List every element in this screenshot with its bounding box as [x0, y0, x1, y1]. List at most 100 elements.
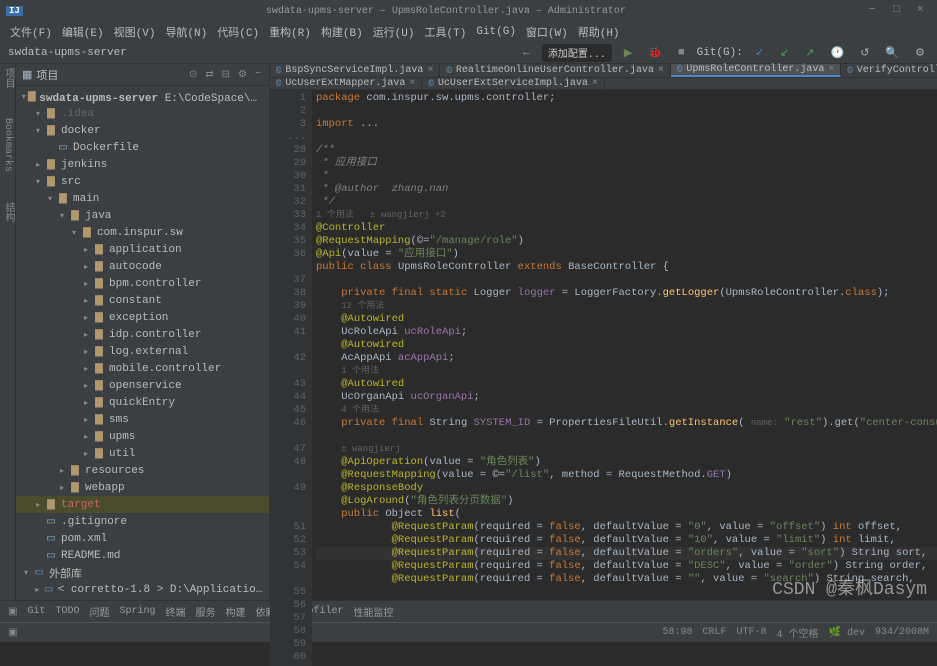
- tree-row[interactable]: ▾▇.idea: [16, 105, 269, 122]
- tree-arrow-icon[interactable]: ▾: [32, 126, 44, 136]
- tool-tab[interactable]: 项目: [0, 68, 15, 88]
- editor-tab[interactable]: ©RealtimeOnlineUserController.java×: [440, 64, 670, 77]
- tree-arrow-icon[interactable]: ▾: [44, 194, 56, 204]
- menu-item[interactable]: 文件(F): [6, 22, 56, 42]
- menu-item[interactable]: 工具(T): [421, 22, 471, 42]
- git-revert-icon[interactable]: ↺: [856, 45, 873, 61]
- back-button[interactable]: ←: [519, 46, 534, 60]
- tree-arrow-icon[interactable]: ▸: [80, 279, 92, 289]
- run-config-select[interactable]: 添加配置...: [542, 44, 612, 62]
- debug-icon[interactable]: 🐞: [644, 45, 666, 61]
- tree-row[interactable]: ▸▇autocode: [16, 258, 269, 275]
- tree-arrow-icon[interactable]: ▸: [80, 449, 92, 459]
- tree-arrow-icon[interactable]: ▸: [80, 364, 92, 374]
- git-push-icon[interactable]: ↗: [801, 45, 818, 61]
- tree-arrow-icon[interactable]: ▸: [80, 432, 92, 442]
- tool-window-button[interactable]: TODO: [55, 606, 79, 617]
- breadcrumb[interactable]: swdata-upms-server: [8, 47, 127, 59]
- tree-arrow-icon[interactable]: ▸: [80, 398, 92, 408]
- tree-arrow-icon[interactable]: ▾: [56, 211, 68, 221]
- tree-row[interactable]: ▸▇target: [16, 496, 269, 513]
- close-tab-icon[interactable]: ×: [427, 65, 433, 76]
- menu-item[interactable]: 构建(B): [317, 22, 367, 42]
- git-update-icon[interactable]: ✓: [751, 45, 768, 61]
- menu-item[interactable]: 重构(R): [265, 22, 315, 42]
- close-tab-icon[interactable]: ×: [592, 78, 598, 89]
- settings-icon[interactable]: ⚙: [236, 69, 249, 81]
- close-tab-icon[interactable]: ×: [658, 65, 664, 76]
- tree-row[interactable]: ▸▇log.external: [16, 343, 269, 360]
- tree-arrow-icon[interactable]: ▸: [32, 500, 44, 510]
- status-indicator-icon[interactable]: ▣: [8, 627, 17, 639]
- tree-arrow-icon[interactable]: ▸: [32, 160, 44, 170]
- tree-row[interactable]: ▸▭< corretto-1.8 > D:\Applications\JDK: [16, 581, 269, 598]
- close-tab-icon[interactable]: ×: [409, 78, 415, 89]
- tree-row[interactable]: ▸▇jenkins: [16, 156, 269, 173]
- tree-row[interactable]: ▸▇sms: [16, 411, 269, 428]
- code-editor[interactable]: 2 1 9 3 1 ⌄ 123...2829303132333435363738…: [270, 90, 937, 666]
- menu-item[interactable]: 窗口(W): [522, 22, 572, 42]
- editor-tab[interactable]: ©UcUserExtServiceImpl.java×: [422, 78, 604, 89]
- tool-window-button[interactable]: 终端: [166, 604, 186, 620]
- menu-item[interactable]: 代码(C): [213, 22, 263, 42]
- tree-row[interactable]: ▸▇quickEntry: [16, 394, 269, 411]
- tree-row[interactable]: ▸▇upms: [16, 428, 269, 445]
- tree-row[interactable]: ▸▇resources: [16, 462, 269, 479]
- tree-row[interactable]: ▾▇main: [16, 190, 269, 207]
- git-history-icon[interactable]: 🕐: [827, 45, 849, 61]
- tree-row[interactable]: ▭.gitignore: [16, 513, 269, 530]
- close-tab-icon[interactable]: ×: [828, 64, 834, 75]
- tree-arrow-icon[interactable]: ▸: [56, 466, 68, 476]
- run-icon[interactable]: ▶: [620, 45, 636, 61]
- tree-row[interactable]: ▭README.md: [16, 547, 269, 564]
- tree-arrow-icon[interactable]: ▸: [80, 347, 92, 357]
- tool-tab[interactable]: Bookmarks: [2, 118, 13, 172]
- tree-row[interactable]: ▸▇application: [16, 241, 269, 258]
- tree-arrow-icon[interactable]: ▸: [80, 381, 92, 391]
- menu-item[interactable]: 运行(U): [369, 22, 419, 42]
- menu-item[interactable]: Git(G): [472, 24, 520, 40]
- tree-row[interactable]: ▸▭Maven: aopalliance:aopalliance:1.0: [16, 598, 269, 600]
- tool-window-button[interactable]: 服务: [196, 604, 216, 620]
- tree-arrow-icon[interactable]: ▸: [80, 415, 92, 425]
- stop-icon[interactable]: ■: [674, 46, 689, 60]
- tree-row[interactable]: ▾▇src: [16, 173, 269, 190]
- editor-tab[interactable]: ©VerifyController.java×: [841, 64, 937, 77]
- tool-tab[interactable]: 结构: [0, 202, 15, 222]
- tree-row[interactable]: ▸▇mobile.controller: [16, 360, 269, 377]
- editor-tab[interactable]: ©BspSyncServiceImpl.java×: [270, 64, 440, 77]
- tree-arrow-icon[interactable]: ▸: [32, 585, 42, 595]
- tree-row[interactable]: ▸▇webapp: [16, 479, 269, 496]
- tree-row[interactable]: ▸▇bpm.controller: [16, 275, 269, 292]
- tree-arrow-icon[interactable]: ▸: [80, 313, 92, 323]
- code-content[interactable]: package com.inspur.sw.upms.controller; i…: [312, 90, 937, 666]
- editor-tab[interactable]: ©UcUserExtMapper.java×: [270, 78, 422, 89]
- line-gutter[interactable]: 123...2829303132333435363738394041424344…: [270, 90, 312, 666]
- search-icon[interactable]: 🔍: [881, 45, 903, 61]
- settings-icon[interactable]: ⚙: [911, 45, 929, 61]
- tree-row[interactable]: ▭Dockerfile: [16, 139, 269, 156]
- tree-arrow-icon[interactable]: ▸: [56, 483, 68, 493]
- menu-item[interactable]: 视图(V): [110, 22, 160, 42]
- tree-row[interactable]: ▾▇swdata-upms-server E:\CodeSpace\山东集成事业…: [16, 88, 269, 105]
- tree-row[interactable]: ▸▇idp.controller: [16, 326, 269, 343]
- tree-row[interactable]: ▾▇com.inspur.sw: [16, 224, 269, 241]
- editor-tab[interactable]: ©UpmsRoleController.java×: [671, 64, 841, 77]
- tree-row[interactable]: ▭pom.xml: [16, 530, 269, 547]
- tree-row[interactable]: ▸▇util: [16, 445, 269, 462]
- tree-row[interactable]: ▸▇openservice: [16, 377, 269, 394]
- tool-window-button[interactable]: Git: [27, 606, 45, 617]
- tree-arrow-icon[interactable]: ▸: [80, 262, 92, 272]
- tree-arrow-icon[interactable]: ▾: [68, 228, 80, 238]
- tool-window-button[interactable]: 问题: [89, 604, 109, 620]
- maximize-icon[interactable]: □: [893, 4, 907, 18]
- tool-window-button[interactable]: Spring: [119, 606, 155, 617]
- tree-row[interactable]: ▾▭外部库: [16, 564, 269, 581]
- menu-item[interactable]: 导航(N): [161, 22, 211, 42]
- tree-row[interactable]: ▾▇docker: [16, 122, 269, 139]
- tool-window-button[interactable]: 构建: [226, 604, 246, 620]
- hide-icon[interactable]: −: [253, 69, 263, 80]
- tree-arrow-icon[interactable]: ▾: [20, 92, 28, 102]
- tree-row[interactable]: ▾▇java: [16, 207, 269, 224]
- minimize-icon[interactable]: −: [869, 4, 883, 18]
